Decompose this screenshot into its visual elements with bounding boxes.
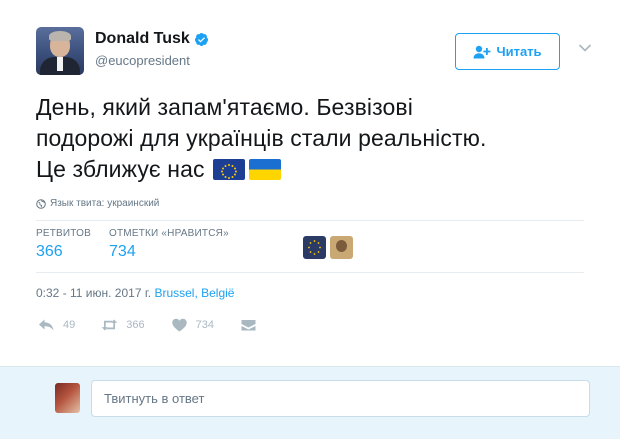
tweet-actions: 49 366 734 — [38, 318, 283, 332]
likers-avatars — [303, 236, 353, 259]
author-name[interactable]: Donald Tusk — [95, 30, 190, 48]
author-avatar[interactable] — [36, 27, 84, 75]
tweet-stats: РЕТВИТОВ 366 ОТМЕТКИ «НРАВИТСЯ» 734 — [36, 228, 229, 261]
chevron-down-icon[interactable] — [578, 43, 592, 53]
tweet-timestamp: 0:32 - 11 июн. 2017 г. Brussel, België — [36, 286, 234, 300]
language-label: Язык твита: украинский — [50, 198, 160, 209]
envelope-icon — [241, 320, 256, 331]
tweet-text-line: День, який запам'ятаємо. Безвізові — [36, 94, 413, 120]
follow-button-label: Читать — [496, 44, 542, 59]
retweets-count: 366 — [36, 243, 63, 260]
tweet-language: Язык твита: украинский — [36, 198, 159, 209]
ukraine-flag-icon — [248, 159, 281, 180]
divider — [36, 272, 584, 273]
reply-input[interactable]: Твитнуть в ответ — [91, 380, 590, 417]
reply-count: 49 — [63, 319, 76, 331]
verified-badge-icon — [194, 32, 208, 46]
follow-button[interactable]: Читать — [455, 33, 560, 70]
retweets-stat[interactable]: РЕТВИТОВ 366 — [36, 228, 91, 261]
author-name-row: Donald Tusk — [95, 30, 209, 48]
tweet-card: Donald Tusk @eucopresident Читать День, … — [0, 0, 620, 439]
liker-avatar[interactable] — [303, 236, 326, 259]
like-button[interactable]: 734 — [171, 318, 214, 332]
tweet-time[interactable]: 0:32 - 11 июн. 2017 г. — [36, 286, 151, 300]
author-handle[interactable]: @eucopresident — [95, 53, 190, 68]
direct-message-button[interactable] — [240, 318, 257, 332]
divider — [36, 220, 584, 221]
eu-flag-icon — [212, 159, 245, 180]
reply-button[interactable]: 49 — [38, 318, 75, 332]
retweet-button[interactable]: 366 — [101, 318, 145, 332]
tweet-text-line: Це зближує нас — [36, 154, 596, 185]
reply-icon — [39, 319, 54, 331]
globe-icon — [36, 198, 46, 209]
like-count: 734 — [195, 319, 214, 331]
likes-label: ОТМЕТКИ «НРАВИТСЯ» — [109, 228, 229, 239]
retweet-icon — [102, 319, 118, 331]
likes-count: 734 — [109, 243, 136, 260]
liker-avatar[interactable] — [330, 236, 353, 259]
tweet-text-segment: Це зближує нас — [36, 156, 205, 182]
person-plus-icon — [473, 45, 491, 58]
current-user-avatar[interactable] — [55, 383, 80, 413]
tweet-text-line: подорожі для українців стали реальністю. — [36, 125, 487, 151]
retweets-label: РЕТВИТОВ — [36, 228, 92, 239]
retweet-count: 366 — [126, 319, 145, 331]
tweet-text: День, який запам'ятаємо. Безвізові подор… — [36, 92, 596, 185]
likes-stat[interactable]: ОТМЕТКИ «НРАВИТСЯ» 734 — [109, 228, 229, 261]
tweet-location-link[interactable]: Brussel, België — [154, 286, 234, 300]
heart-icon — [171, 318, 187, 332]
